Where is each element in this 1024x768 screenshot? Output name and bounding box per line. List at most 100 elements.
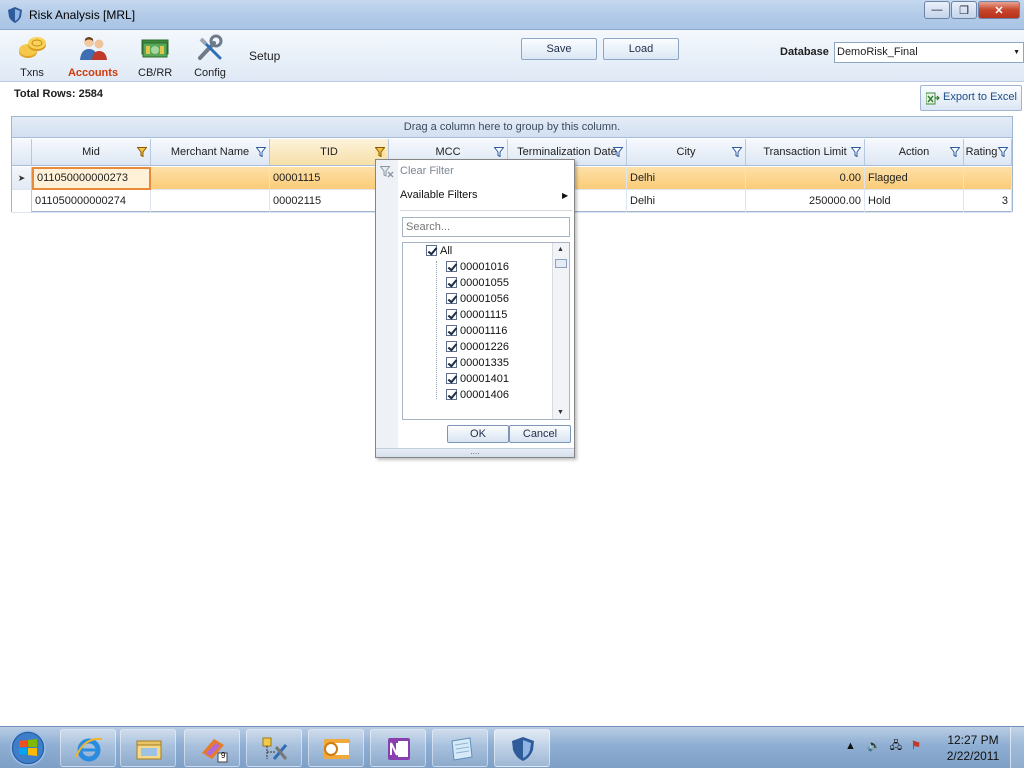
cell-action[interactable]: Hold: [865, 190, 964, 213]
database-select[interactable]: DemoRisk_Final ▼: [834, 42, 1024, 63]
ribbon-accounts[interactable]: Accounts: [66, 34, 120, 79]
internet-explorer-icon: [75, 737, 103, 762]
list-scrollbar[interactable]: ▲ ▼: [552, 243, 569, 419]
filter-item[interactable]: 00001016: [446, 260, 509, 276]
cell-mid[interactable]: 011050000000273: [32, 167, 151, 190]
col-header-mid[interactable]: Mid: [32, 139, 151, 166]
ribbon-setup[interactable]: Setup: [249, 49, 280, 63]
export-to-excel-button[interactable]: Export to Excel: [920, 85, 1022, 111]
cell-city[interactable]: Delhi: [627, 190, 746, 213]
network-icon[interactable]: 🖧: [890, 740, 902, 752]
clock[interactable]: 12:27 PM 2/22/2011: [940, 732, 1006, 764]
cell-tid[interactable]: 00001115: [270, 167, 389, 190]
filter-icon[interactable]: [998, 147, 1008, 157]
taskbar-explorer[interactable]: [120, 729, 176, 767]
close-icon: ✕: [994, 4, 1004, 17]
filter-item-label: 00001055: [460, 277, 509, 289]
cancel-button[interactable]: Cancel: [509, 425, 571, 443]
filter-icon[interactable]: [732, 147, 742, 157]
filter-icon[interactable]: [494, 147, 504, 157]
filter-item-label: 00001056: [460, 293, 509, 305]
checkbox-checked-icon[interactable]: [446, 373, 457, 384]
taskbar-outlook[interactable]: [308, 729, 364, 767]
filter-icon[interactable]: [613, 147, 623, 157]
col-header-merchant-name[interactable]: Merchant Name: [151, 139, 270, 166]
taskbar-notepad[interactable]: [432, 729, 488, 767]
filter-item[interactable]: 00001056: [446, 292, 509, 308]
col-header-tid[interactable]: TID: [270, 139, 389, 166]
taskbar-risk-analysis[interactable]: [494, 729, 550, 767]
maximize-button[interactable]: ❐: [951, 1, 977, 19]
filter-icon-active[interactable]: [375, 147, 385, 157]
cell-action[interactable]: Flagged: [865, 167, 964, 190]
checkbox-checked-icon[interactable]: [446, 261, 457, 272]
volume-icon[interactable]: 🔈: [867, 740, 881, 752]
action-center-icon[interactable]: ⚑: [911, 740, 921, 752]
cell-merchant-name[interactable]: [151, 167, 270, 190]
taskbar-visual-studio[interactable]: 9: [184, 729, 240, 767]
cell-transaction-limit[interactable]: 0.00: [746, 167, 865, 190]
filter-icon[interactable]: [851, 147, 861, 157]
ribbon-txns[interactable]: Txns: [14, 34, 50, 79]
ribbon-accounts-label: Accounts: [67, 67, 119, 79]
clear-filter-item[interactable]: Clear Filter: [400, 165, 454, 177]
show-desktop-button[interactable]: [1010, 727, 1024, 768]
cell-merchant-name[interactable]: [151, 190, 270, 213]
checkbox-checked-icon[interactable]: [446, 341, 457, 352]
scroll-up-icon[interactable]: ▲: [557, 246, 564, 253]
filter-item[interactable]: 00001055: [446, 276, 509, 292]
cell-rating[interactable]: 3: [964, 190, 1012, 213]
checkbox-checked-icon[interactable]: [446, 277, 457, 288]
taskbar-internet-explorer[interactable]: [60, 729, 116, 767]
col-header-action[interactable]: Action: [865, 139, 964, 166]
filter-item[interactable]: 00001116: [446, 324, 507, 340]
filter-item[interactable]: 00001335: [446, 356, 509, 372]
cell-tid[interactable]: 00002115: [270, 190, 389, 213]
checkbox-checked-icon[interactable]: [446, 325, 457, 336]
cell-mid[interactable]: 011050000000274: [32, 190, 151, 213]
scroll-thumb[interactable]: [555, 259, 567, 268]
taskbar-onenote[interactable]: [370, 729, 426, 767]
chevron-down-icon: ▼: [1013, 49, 1020, 56]
load-button[interactable]: Load: [603, 38, 679, 60]
col-header-city[interactable]: City: [627, 139, 746, 166]
cell-rating[interactable]: [964, 167, 1012, 190]
available-filters-item[interactable]: Available Filters: [400, 189, 477, 201]
filter-icon[interactable]: [256, 147, 266, 157]
close-button[interactable]: ✕: [978, 1, 1020, 19]
checkbox-checked-icon[interactable]: [446, 357, 457, 368]
filter-item-all[interactable]: All: [426, 244, 452, 260]
show-hidden-icons-icon[interactable]: ▲: [845, 740, 856, 752]
checkbox-checked-icon[interactable]: [446, 309, 457, 320]
cell-city[interactable]: Delhi: [627, 167, 746, 190]
group-by-panel[interactable]: Drag a column here to group by this colu…: [12, 117, 1012, 138]
ribbon-config[interactable]: Config: [191, 34, 229, 79]
filter-icon[interactable]: [137, 147, 147, 157]
ribbon-cbrr[interactable]: CB/RR: [138, 34, 172, 79]
cell-transaction-limit[interactable]: 250000.00: [746, 190, 865, 213]
folder-icon: [136, 740, 162, 760]
money-stack-icon: [141, 39, 169, 58]
ok-button[interactable]: OK: [447, 425, 509, 443]
minimize-button[interactable]: —: [924, 1, 950, 19]
checkbox-checked-icon[interactable]: [446, 389, 457, 400]
filter-value-list[interactable]: All 00001016 00001055 00001056 00001115 0000…: [402, 242, 570, 420]
save-button[interactable]: Save: [521, 38, 597, 60]
start-button[interactable]: [2, 728, 54, 768]
col-header-rating[interactable]: Rating: [964, 139, 1012, 166]
col-header-transaction-limit[interactable]: Transaction Limit: [746, 139, 865, 166]
ribbon: Txns Accounts CB/RR Config Setup Save Lo…: [0, 30, 1024, 82]
filter-item[interactable]: 00001115: [446, 308, 507, 324]
filter-item[interactable]: 00001406: [446, 388, 509, 404]
checkbox-checked-icon[interactable]: [426, 245, 437, 256]
filter-search-input[interactable]: [402, 217, 570, 237]
resize-grip[interactable]: ....: [376, 448, 574, 457]
restore-icon: ❐: [959, 4, 969, 17]
taskbar-designer[interactable]: [246, 729, 302, 767]
scroll-down-icon[interactable]: ▼: [557, 409, 564, 416]
filter-item[interactable]: 00001226: [446, 340, 509, 356]
filter-icon[interactable]: [950, 147, 960, 157]
checkbox-checked-icon[interactable]: [446, 293, 457, 304]
filter-item[interactable]: 00001401: [446, 372, 509, 388]
tools-icon: [198, 34, 223, 60]
